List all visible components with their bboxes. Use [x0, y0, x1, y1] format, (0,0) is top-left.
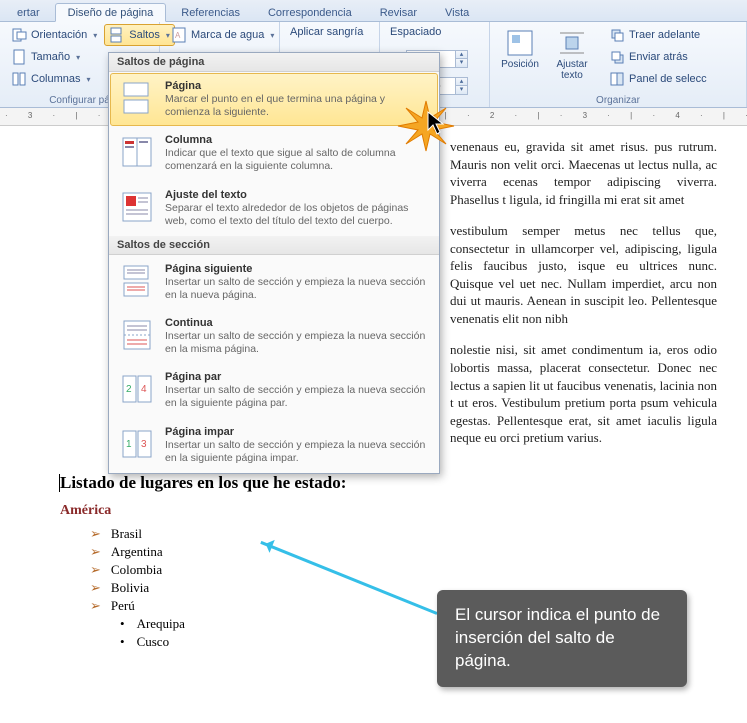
break-odd-page-item[interactable]: 13 Página impar Insertar un salto de sec…	[110, 419, 438, 472]
svg-text:2: 2	[126, 384, 132, 395]
orientation-icon	[11, 27, 27, 43]
break-textwrap-desc: Separar el texto alrededor de los objeto…	[165, 202, 429, 228]
break-column-desc: Indicar que el texto que sigue al salto …	[165, 147, 429, 173]
list-item: Colombia	[90, 561, 717, 579]
chevron-down-icon: ▾	[270, 31, 274, 40]
send-back-label: Enviar atrás	[629, 51, 688, 63]
break-page-title: Página	[165, 80, 429, 92]
list-item: Brasil	[90, 525, 717, 543]
send-back-icon	[609, 49, 625, 65]
callout-box: El cursor indica el punto de inserción d…	[437, 590, 687, 687]
break-even-page-item[interactable]: 24 Página par Insertar un salto de secci…	[110, 364, 438, 417]
spin-down[interactable]: ▾	[455, 86, 467, 94]
spacing-label: Espaciado	[386, 24, 483, 40]
body-paragraph: nolestie nisi, sit amet condimentum ia, …	[450, 341, 717, 446]
spin-up[interactable]: ▴	[455, 78, 467, 86]
breaks-label: Saltos	[129, 29, 160, 41]
break-next-page-item[interactable]: Página siguiente Insertar un salto de se…	[110, 256, 438, 309]
break-continuous-item[interactable]: Continua Insertar un salto de sección y …	[110, 310, 438, 363]
size-icon	[11, 49, 27, 65]
page-break-icon	[119, 80, 155, 116]
chevron-down-icon: ▾	[87, 75, 91, 84]
bring-forward-label: Traer adelante	[629, 29, 700, 41]
size-button[interactable]: Tamaño ▾	[6, 46, 102, 68]
odd-page-icon: 13	[119, 426, 155, 462]
callout-text: El cursor indica el punto de inserción d…	[455, 605, 660, 670]
orientation-button[interactable]: Orientación ▾	[6, 24, 102, 46]
list-item: Argentina	[90, 543, 717, 561]
svg-text:1: 1	[126, 439, 132, 450]
section-breaks-header: Saltos de sección	[109, 236, 439, 255]
wrap-label: Ajustar texto	[556, 59, 587, 81]
watermark-button[interactable]: A Marca de agua ▾	[166, 24, 273, 46]
body-paragraph: venenaus eu, gravida sit amet risus. pus…	[450, 138, 717, 208]
textwrap-break-icon	[119, 189, 155, 225]
position-button[interactable]: Posición	[496, 24, 544, 73]
page-breaks-header: Saltos de página	[109, 53, 439, 72]
orientation-label: Orientación	[31, 29, 87, 41]
wrap-text-button[interactable]: Ajustar texto	[548, 24, 596, 84]
tab-references[interactable]: Referencias	[168, 3, 253, 21]
even-page-icon: 24	[119, 371, 155, 407]
size-label: Tamaño	[31, 51, 70, 63]
position-label: Posición	[501, 59, 539, 70]
watermark-label: Marca de agua	[191, 29, 264, 41]
tab-view[interactable]: Vista	[432, 3, 482, 21]
svg-text:4: 4	[141, 384, 147, 395]
break-page-desc: Marcar el punto en el que termina una pá…	[165, 93, 429, 119]
selection-pane-label: Panel de selecc	[629, 73, 707, 85]
columns-icon	[11, 71, 27, 87]
break-page-item[interactable]: Página Marcar el punto en el que termina…	[110, 73, 438, 126]
chevron-down-icon: ▾	[76, 53, 80, 62]
tab-review[interactable]: Revisar	[367, 3, 430, 21]
break-textwrap-title: Ajuste del texto	[165, 189, 429, 201]
bring-forward-button[interactable]: Traer adelante	[604, 24, 712, 46]
arrange-group-label: Organizar	[496, 94, 740, 106]
next-page-icon	[119, 263, 155, 299]
tab-mailings[interactable]: Correspondencia	[255, 3, 365, 21]
break-textwrap-item[interactable]: Ajuste del texto Separar el texto alrede…	[110, 182, 438, 235]
spin-up[interactable]: ▴	[455, 51, 467, 59]
pane-icon	[609, 71, 625, 87]
text-cursor	[59, 474, 60, 492]
wrap-icon	[556, 27, 588, 59]
send-back-button[interactable]: Enviar atrás	[604, 46, 712, 68]
svg-text:A: A	[175, 31, 181, 40]
watermark-icon: A	[171, 27, 187, 43]
svg-text:3: 3	[141, 439, 147, 450]
chevron-down-icon: ▾	[93, 31, 97, 40]
spin-down[interactable]: ▾	[455, 59, 467, 67]
selection-pane-button[interactable]: Panel de selecc	[604, 68, 712, 90]
region-heading: América	[60, 503, 717, 519]
breaks-icon	[109, 27, 125, 43]
breaks-dropdown: Saltos de página Página Marcar el punto …	[108, 52, 440, 474]
document-heading: Listado de lugares en los que he estado:	[60, 473, 717, 493]
tab-page-layout[interactable]: Diseño de página	[55, 3, 167, 22]
columns-label: Columnas	[31, 73, 81, 85]
body-paragraph: vestibulum semper metus nec tellus que, …	[450, 222, 717, 327]
bring-forward-icon	[609, 27, 625, 43]
indent-label: Aplicar sangría	[286, 24, 373, 40]
break-column-title: Columna	[165, 134, 429, 146]
continuous-icon	[119, 317, 155, 353]
tab-insert[interactable]: ertar	[4, 3, 53, 21]
ribbon-tabs: ertar Diseño de página Referencias Corre…	[0, 0, 747, 22]
position-icon	[504, 27, 536, 59]
column-break-icon	[119, 134, 155, 170]
break-column-item[interactable]: Columna Indicar que el texto que sigue a…	[110, 127, 438, 180]
columns-button[interactable]: Columnas ▾	[6, 68, 102, 90]
